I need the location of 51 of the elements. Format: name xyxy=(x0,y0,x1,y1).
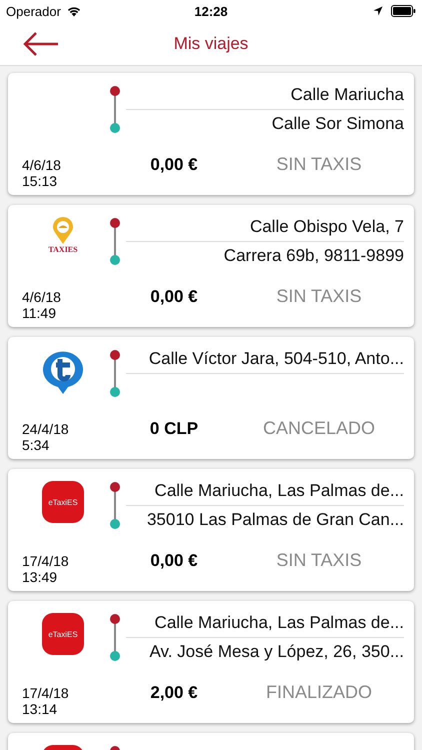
route-marker-icon xyxy=(109,349,121,399)
origin-address: Calle Obispo Vela, 7 xyxy=(250,217,404,237)
destination-address: 35010 Las Palmas de Gran Can... xyxy=(146,510,404,530)
carrier-name: Operador xyxy=(6,4,61,18)
app-logo: eTaxiES xyxy=(42,481,84,523)
route-marker-icon xyxy=(109,481,121,531)
trip-time: 5:34 xyxy=(22,437,50,453)
trip-card[interactable]: Calle Mariucha Calle Sor Simona 4/6/18 15:13 0,00 € SIN TAXIS xyxy=(8,73,414,195)
trip-status: SIN TAXIS xyxy=(275,286,363,308)
back-arrow-icon[interactable] xyxy=(23,32,59,56)
origin-address: Calle Mariucha, Las Palmas de... xyxy=(154,481,404,501)
speech-bubble-logo-icon xyxy=(41,349,85,395)
wifi-icon xyxy=(66,5,82,17)
trip-card[interactable]: eTaxiES Calle Mariucha, Las Palmas de... 35010 Las Palmas de Gran Can... 17/4/18 13:49 0,00 € SIN TAXIS xyxy=(8,469,414,591)
trip-time: 13:49 xyxy=(22,569,58,585)
trip-date: 24/4/18 xyxy=(22,421,70,437)
trip-time: 11:49 xyxy=(22,305,57,321)
map-pin-logo-icon xyxy=(52,217,74,245)
location-arrow-icon xyxy=(373,6,383,16)
trip-status: SIN TAXIS xyxy=(275,154,363,176)
trip-card[interactable]: TAXIES Calle Obispo Vela, 7 Carrera 69b, 9811-9899 4/6/18 11:49 0,00 € SIN TAXIS xyxy=(8,205,414,327)
trip-price: 0 CLP xyxy=(148,419,200,440)
destination-address: Calle Sor Simona xyxy=(272,114,404,134)
logo-text: TAXIES xyxy=(48,245,78,254)
trip-date: 17/4/18 xyxy=(22,553,70,569)
trip-date: 4/6/18 xyxy=(22,289,62,305)
origin-address: Calle Mariucha xyxy=(290,85,404,105)
trip-status: FINALIZADO xyxy=(264,682,373,704)
trip-card[interactable]: eTaxiES Calle Mariucha, Las Palmas de... Av. José Mesa y López, 26, 350... 17/4/18 13:14 2,00 € FINALIZADO xyxy=(8,601,414,723)
origin-address: Calle Mariucha, Las Palmas de... xyxy=(154,613,404,633)
trip-time: 13:14 xyxy=(22,701,58,717)
trip-time: 15:13 xyxy=(22,173,58,189)
route-marker-icon xyxy=(109,613,121,663)
trip-date: 17/4/18 xyxy=(22,685,70,701)
trip-price: 0,00 € xyxy=(149,287,199,308)
trip-date: 4/6/18 xyxy=(22,157,62,173)
trip-status: SIN TAXIS xyxy=(275,550,363,572)
destination-address: Av. José Mesa y López, 26, 350... xyxy=(149,642,404,662)
route-marker-icon xyxy=(109,85,121,135)
page-title: Mis viajes xyxy=(174,34,248,54)
trip-card[interactable]: Calle Víctor Jara, 504-510, Anto... 24/4/18 5:34 0 CLP CANCELADO xyxy=(8,337,414,459)
origin-address: Calle Víctor Jara, 504-510, Anto... xyxy=(148,349,404,369)
trip-price: 0,00 € xyxy=(149,551,199,572)
trip-price: 0,00 € xyxy=(149,155,199,176)
clock-time: 12:28 xyxy=(194,4,228,18)
app-logo: eTaxiES xyxy=(42,613,84,655)
trip-status: CANCELADO xyxy=(262,418,376,440)
battery-icon xyxy=(391,5,416,17)
route-marker-icon xyxy=(109,217,121,267)
destination-address: Carrera 69b, 9811-9899 xyxy=(224,246,404,266)
trip-price: 2,00 € xyxy=(149,683,199,704)
